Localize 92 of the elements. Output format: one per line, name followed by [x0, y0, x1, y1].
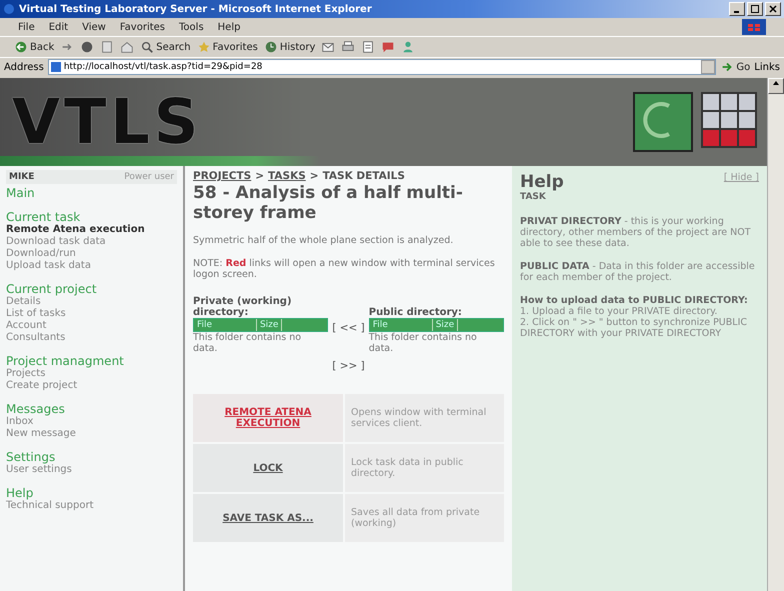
directory-title: Public directory: [368, 306, 463, 318]
menu-item[interactable]: View [82, 22, 106, 32]
history-icon [264, 40, 278, 54]
action-link[interactable]: SAVE TASK AS... [193, 494, 343, 542]
sidebar-heading[interactable]: Main [6, 186, 177, 200]
sidebar-item[interactable]: Details [6, 296, 177, 308]
address-field[interactable]: http://localhost/vtl/task.asp?tid=29&pid=28 [48, 59, 716, 75]
breadcrumb-current: TASK DETAILS [322, 170, 405, 182]
directory-title: Private (working) directory: [193, 295, 293, 318]
minimize-button[interactable] [729, 2, 745, 16]
mail-button[interactable] [321, 40, 336, 54]
sidebar-item[interactable]: Consultants [6, 332, 177, 344]
discuss-button[interactable] [381, 40, 396, 54]
back-button[interactable]: Back [14, 40, 54, 54]
menu-item[interactable]: Edit [48, 22, 68, 32]
empty-folder-text: This folder contains no data. [193, 332, 302, 354]
action-description: Opens window with terminal services client. [345, 394, 504, 442]
sidebar-item[interactable]: Download/run [6, 248, 177, 260]
copy-to-public-link[interactable]: [ >> ] [332, 360, 365, 372]
sidebar-item[interactable]: New message [6, 428, 177, 440]
copy-to-private-link[interactable]: [ << ] [332, 292, 365, 334]
column-header: File [370, 319, 433, 331]
sidebar-item[interactable]: User settings [6, 464, 177, 476]
help-subtitle: TASK [520, 192, 547, 202]
sidebar-item[interactable]: Remote Atena execution [6, 224, 177, 236]
favorites-button[interactable]: Favorites [196, 40, 258, 54]
sidebar-heading[interactable]: Current project [6, 282, 177, 296]
history-button[interactable]: History [264, 40, 316, 54]
sidebar-heading[interactable]: Messages [6, 402, 177, 416]
action-description: Saves all data from private (working) [345, 494, 504, 542]
sidebar-item[interactable]: Upload task data [6, 260, 177, 272]
breadcrumb-separator: > [255, 170, 264, 182]
maximize-button[interactable] [747, 2, 763, 16]
close-icon [769, 5, 777, 13]
action-description: Lock task data in public directory. [345, 444, 504, 492]
task-description: Symmetric half of the whole plane section is analyzed. [193, 235, 454, 246]
edit-button[interactable] [361, 40, 376, 54]
user-role: Power user [124, 172, 174, 182]
menu-item[interactable]: Help [218, 22, 240, 32]
help-paragraph: PUBLIC DATA - Data in this folder are accessible for each member of the project. [520, 261, 756, 283]
back-icon [14, 40, 28, 54]
menu-item[interactable]: Favorites [120, 22, 166, 32]
sidebar-item[interactable]: Inbox [6, 416, 177, 428]
favorites-icon [196, 40, 211, 54]
search-icon [140, 40, 154, 54]
note-text: NOTE: Red links will open a new window with terminal services logon screen. [193, 258, 496, 280]
breadcrumb-link[interactable]: TASKS [268, 170, 306, 182]
sidebar-heading[interactable]: Current task [6, 210, 177, 224]
page-icon [50, 62, 61, 72]
links-button[interactable]: Links [754, 62, 780, 72]
column-header: File [194, 319, 257, 331]
go-arrow-icon [720, 60, 734, 74]
search-button[interactable]: Search [140, 40, 191, 54]
menu-item[interactable]: File [18, 22, 35, 32]
column-header: Size [256, 319, 282, 331]
print-button[interactable] [341, 40, 356, 54]
maximize-icon [751, 5, 759, 13]
help-title: Help [520, 172, 564, 192]
address-label: Address [4, 62, 44, 72]
help-heading: How to upload data to PUBLIC DIRECTORY: [520, 295, 749, 306]
column-header: Size [432, 319, 458, 331]
sidebar-item[interactable]: Account [6, 320, 177, 332]
go-button[interactable]: Go [720, 60, 750, 74]
sidebar-item[interactable]: List of tasks [6, 308, 177, 320]
sidebar-item[interactable]: Technical support [6, 500, 177, 512]
help-step: 2. Click on " >> " button to synchronize PUBLIC DIRECTORY with your PRIVATE DIRECTORY [520, 317, 759, 339]
home-button[interactable] [120, 40, 134, 54]
user-name: MIKE [9, 172, 34, 182]
breadcrumb-link[interactable]: PROJECTS [193, 170, 252, 182]
sidebar-item[interactable]: Download task data [6, 236, 177, 248]
window-title: Virtual Testing Laboratory Server - Microsoft Internet Explorer [19, 4, 372, 14]
scrollbar[interactable] [767, 78, 784, 591]
browser-icon [3, 3, 15, 15]
close-button[interactable] [765, 2, 781, 16]
action-link[interactable]: LOCK [193, 444, 343, 492]
site-logo: VTLS [12, 91, 202, 153]
grid-icon[interactable] [701, 92, 757, 148]
sidebar-item[interactable]: Create project [6, 380, 177, 392]
task-title: 58 - Analysis of a half multi-storey frame [193, 183, 464, 223]
empty-folder-text: This folder contains no data. [368, 332, 478, 354]
sidebar-item[interactable]: Projects [6, 368, 177, 380]
hide-link[interactable]: [ Hide ] [724, 172, 759, 192]
menu-item[interactable]: Tools [179, 22, 204, 32]
windows-logo-icon [742, 19, 766, 35]
sidebar-heading[interactable]: Help [6, 486, 177, 500]
help-step: 1. Upload a file to your PRIVATE directory. [520, 306, 759, 317]
sidebar-heading[interactable]: Project managment [6, 354, 177, 368]
scroll-up-icon[interactable] [772, 79, 780, 87]
action-link[interactable]: REMOTE ATENA EXECUTION [193, 394, 343, 442]
help-paragraph: PRIVAT DIRECTORY - this is your working directory, other members of the project are NOT able to see these data. [520, 216, 752, 249]
sidebar-heading[interactable]: Settings [6, 450, 177, 464]
breadcrumb-separator: > [310, 170, 319, 182]
